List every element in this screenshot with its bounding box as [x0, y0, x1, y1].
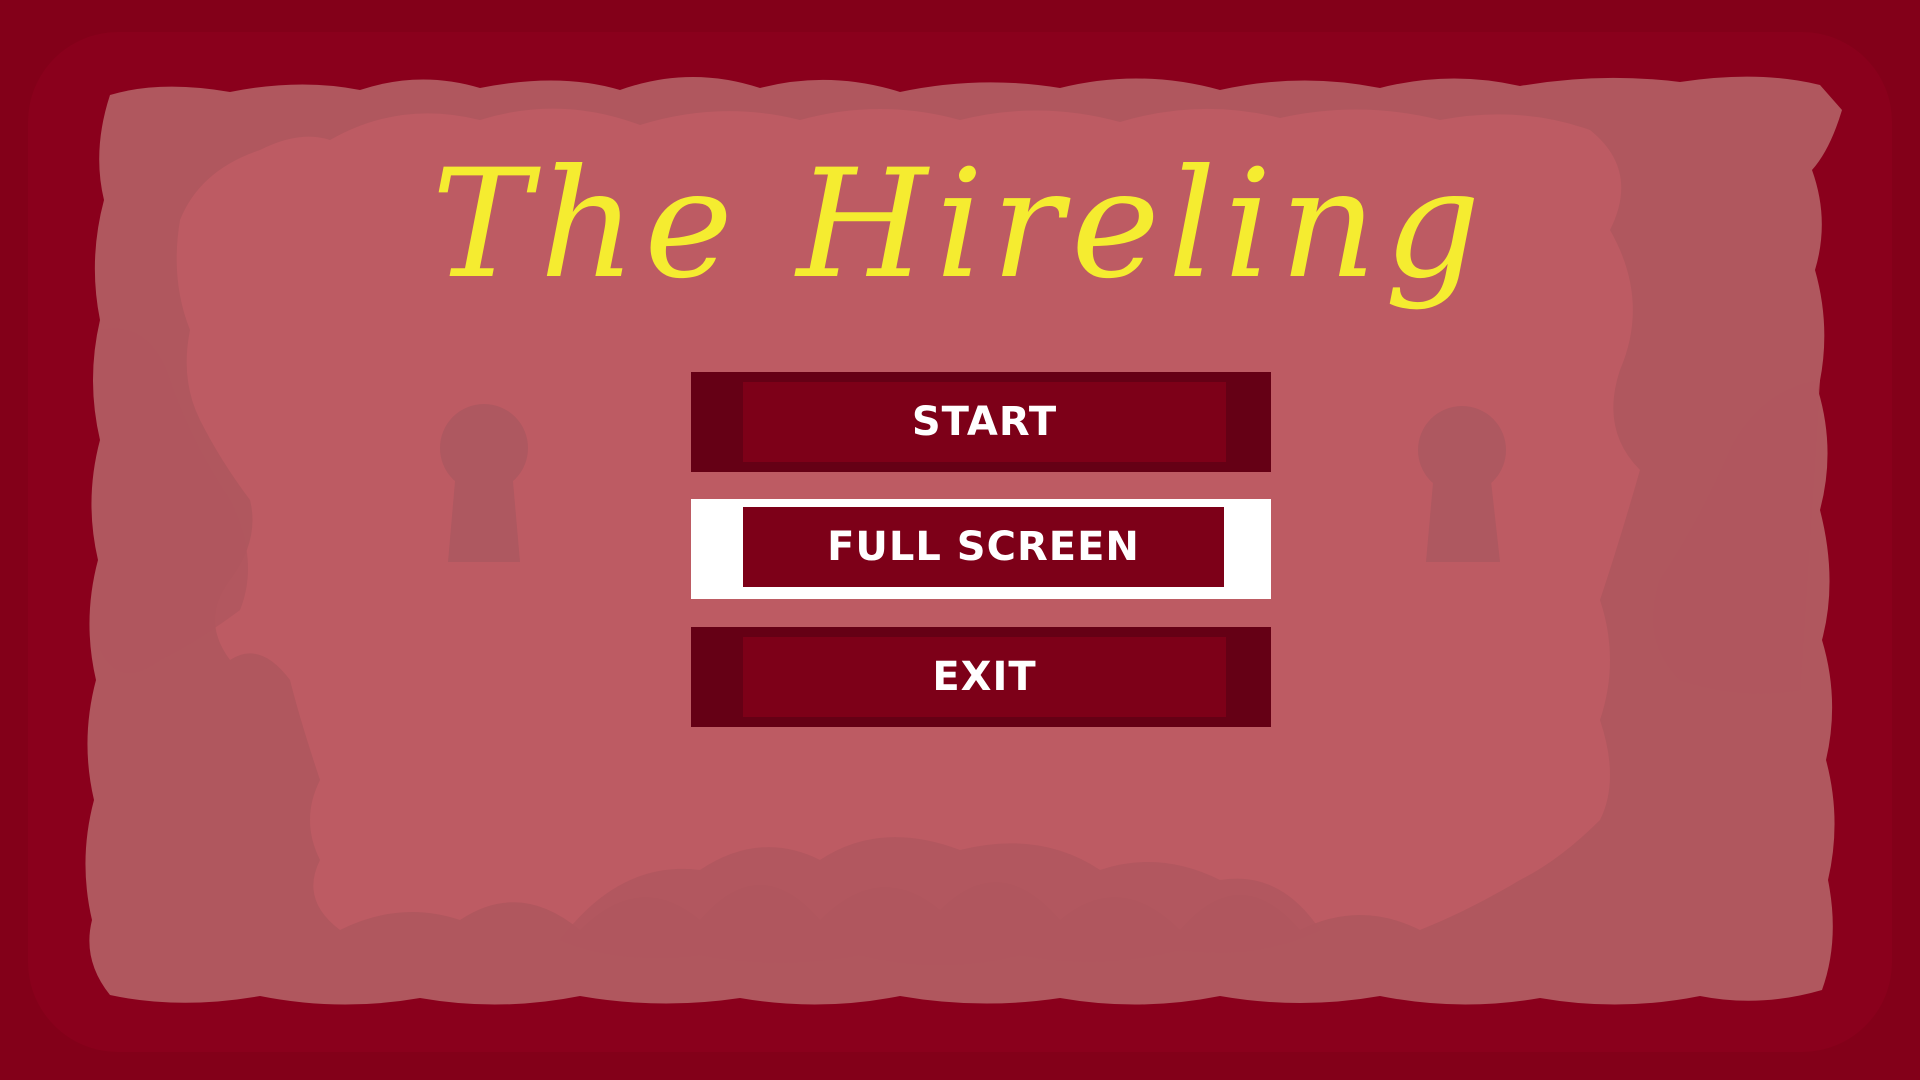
full-screen-button-label: Full Screen	[827, 524, 1140, 570]
exit-button-label: Exit	[932, 654, 1037, 700]
full-screen-button-face[interactable]: Full Screen	[743, 507, 1224, 587]
start-button-face[interactable]: Start	[743, 382, 1226, 462]
start-button-label: Start	[911, 399, 1058, 445]
full-screen-button[interactable]: Full Screen	[691, 499, 1271, 599]
exit-button[interactable]: Exit	[691, 627, 1271, 727]
exit-button-face[interactable]: Exit	[743, 637, 1226, 717]
game-title: The Hireling	[431, 138, 1489, 312]
main-menu-screen: The Hireling Start Full Screen Exit	[0, 0, 1920, 1080]
start-button[interactable]: Start	[691, 372, 1271, 472]
